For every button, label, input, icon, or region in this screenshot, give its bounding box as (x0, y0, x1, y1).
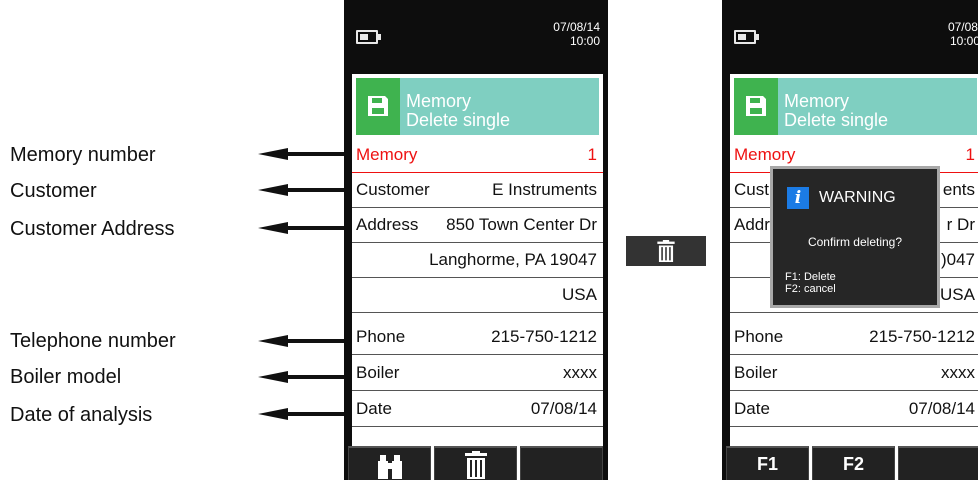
label-boiler-model: Boiler model (10, 366, 122, 388)
row-value: 1 (587, 145, 597, 164)
device-screen-right: 07/08/1 10:00 Memory Delete single Memor… (722, 0, 978, 480)
save-icon (734, 78, 778, 135)
arrow-left-icon (258, 371, 344, 383)
trash-icon (657, 240, 675, 262)
softkey-bar: F1 F2 (726, 446, 978, 480)
screen-header: Memory Delete single (356, 78, 599, 135)
row-key: Phone (356, 327, 406, 346)
softkey-f1[interactable]: F1 (726, 446, 809, 480)
device-screen-left: 07/08/14 10:00 Memory Delete single Memo… (344, 0, 608, 480)
status-time: 10:00 (569, 34, 600, 48)
label-customer: Customer (10, 180, 97, 202)
info-icon: i (787, 187, 809, 209)
row-address-line3[interactable]: USA (352, 278, 603, 313)
row-phone[interactable]: Phone 215-750-1212 (730, 320, 978, 355)
softkey-bar (348, 446, 604, 480)
row-value: 215-750-1212 (491, 327, 597, 346)
row-key: Date (734, 399, 770, 418)
save-icon (356, 78, 400, 135)
row-value: 850 Town Center Dr (446, 215, 597, 234)
dialog-title: WARNING (819, 189, 896, 206)
softkey-empty[interactable] (898, 446, 978, 480)
arrow-left-icon (258, 222, 344, 234)
battery-icon (356, 30, 381, 44)
arrow-left-icon (258, 335, 344, 347)
label-customer-address: Customer Address (10, 218, 175, 240)
trash-icon (464, 451, 487, 479)
row-value: USA (562, 285, 597, 304)
row-value: Langhorme, PA 19047 (429, 250, 597, 269)
row-key: Address (356, 215, 419, 234)
row-key: Date (356, 399, 392, 418)
row-value: USA (940, 285, 975, 304)
header-subtitle: Delete single (406, 110, 511, 130)
arrow-left-icon (258, 148, 344, 160)
row-key: Cust (734, 180, 769, 199)
row-value: r Dr (946, 215, 975, 234)
delete-button[interactable] (626, 236, 706, 266)
status-time: 10:00 (949, 34, 978, 48)
row-value: 1 (965, 145, 975, 164)
row-boiler[interactable]: Boiler xxxx (730, 356, 978, 391)
arrow-left-icon (258, 408, 344, 420)
row-key: Addr (734, 215, 770, 234)
label-telephone-number: Telephone number (10, 330, 176, 352)
row-phone[interactable]: Phone 215-750-1212 (352, 320, 603, 355)
row-value: 07/08/14 (530, 399, 597, 418)
label-memory-number: Memory number (10, 144, 156, 166)
binoculars-icon (377, 455, 402, 479)
row-value: xxxx (563, 363, 597, 382)
row-key: Phone (734, 327, 784, 346)
row-key: Boiler (734, 363, 778, 382)
arrow-left-icon (258, 184, 344, 196)
dialog-option-cancel: F2: cancel (785, 283, 836, 295)
row-value: 215-750-1212 (869, 327, 975, 346)
row-value: ents (942, 180, 975, 199)
row-address-line2[interactable]: Langhorme, PA 19047 (352, 243, 603, 278)
header-title: Memory (406, 91, 472, 111)
softkey-empty[interactable] (520, 446, 603, 480)
status-datetime: 07/08/1 10:00 (948, 20, 978, 48)
row-memory[interactable]: Memory 1 (352, 138, 603, 173)
content-panel: Memory Delete single Memory 1 Customer E I… (352, 74, 603, 480)
status-date: 07/08/1 (947, 20, 978, 34)
row-key: Memory (734, 145, 796, 164)
header-title: Memory (784, 91, 850, 111)
row-address[interactable]: Address 850 Town Center Dr (352, 208, 603, 243)
row-date[interactable]: Date 07/08/14 (352, 392, 603, 427)
row-value: 07/08/14 (908, 399, 975, 418)
row-boiler[interactable]: Boiler xxxx (352, 356, 603, 391)
row-key: Customer (356, 180, 430, 199)
softkey-f2[interactable]: F2 (812, 446, 895, 480)
dialog-message: Confirm deleting? (807, 235, 903, 249)
row-value: E Instruments (492, 180, 597, 199)
warning-dialog: i WARNING Confirm deleting? F1: Delete F… (770, 166, 940, 308)
label-date-of-analysis: Date of analysis (10, 404, 153, 426)
status-datetime: 07/08/14 10:00 (553, 20, 600, 48)
row-key: Memory (356, 145, 418, 164)
dialog-option-delete: F1: Delete (785, 271, 836, 283)
softkey-delete[interactable] (434, 446, 517, 480)
status-date: 07/08/14 (553, 20, 600, 34)
battery-icon (734, 30, 759, 44)
softkey-search[interactable] (348, 446, 431, 480)
screen-header: Memory Delete single (734, 78, 977, 135)
row-key: Boiler (356, 363, 400, 382)
row-customer[interactable]: Customer E Instruments (352, 173, 603, 208)
row-value: xxxx (941, 363, 975, 382)
row-value: )047 (940, 250, 975, 269)
header-subtitle: Delete single (784, 110, 889, 130)
row-date[interactable]: Date 07/08/14 (730, 392, 978, 427)
